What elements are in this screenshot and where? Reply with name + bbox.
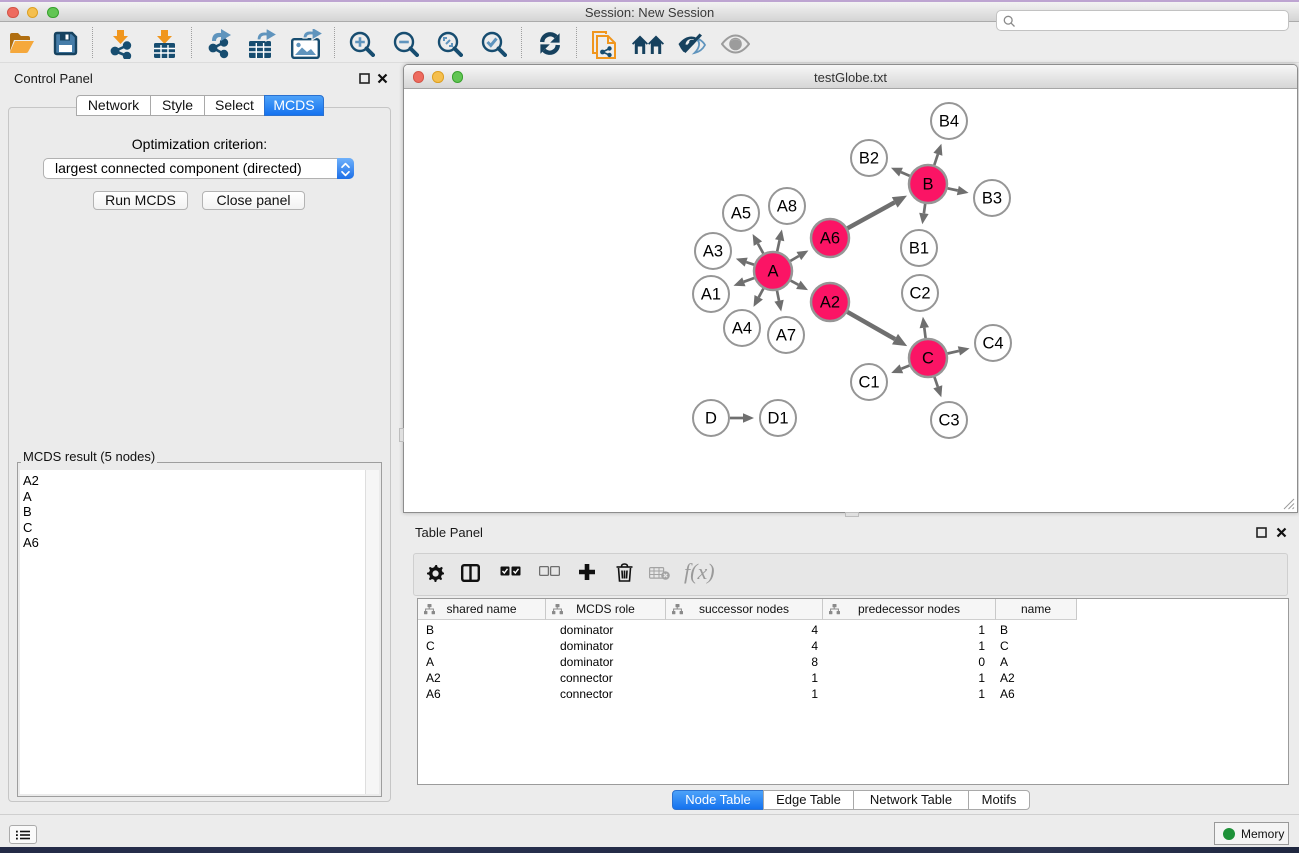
- svg-text:B1: B1: [909, 240, 929, 258]
- svg-text:D: D: [705, 410, 717, 428]
- svg-text:B2: B2: [859, 150, 879, 168]
- svg-text:D1: D1: [767, 410, 788, 428]
- svg-text:B4: B4: [939, 113, 959, 131]
- svg-text:B: B: [922, 176, 933, 194]
- svg-text:B3: B3: [982, 190, 1002, 208]
- svg-text:A8: A8: [777, 198, 797, 216]
- svg-text:A4: A4: [732, 320, 752, 338]
- svg-text:A7: A7: [776, 327, 796, 345]
- svg-text:A: A: [767, 263, 778, 281]
- svg-text:A3: A3: [703, 243, 723, 261]
- svg-text:C3: C3: [938, 412, 959, 430]
- svg-text:A1: A1: [701, 286, 721, 304]
- svg-text:A5: A5: [731, 205, 751, 223]
- svg-text:A2: A2: [820, 294, 840, 312]
- svg-text:C4: C4: [982, 335, 1003, 353]
- svg-text:A6: A6: [820, 230, 840, 248]
- svg-text:C: C: [922, 350, 934, 368]
- svg-text:C2: C2: [909, 285, 930, 303]
- svg-text:C1: C1: [858, 374, 879, 392]
